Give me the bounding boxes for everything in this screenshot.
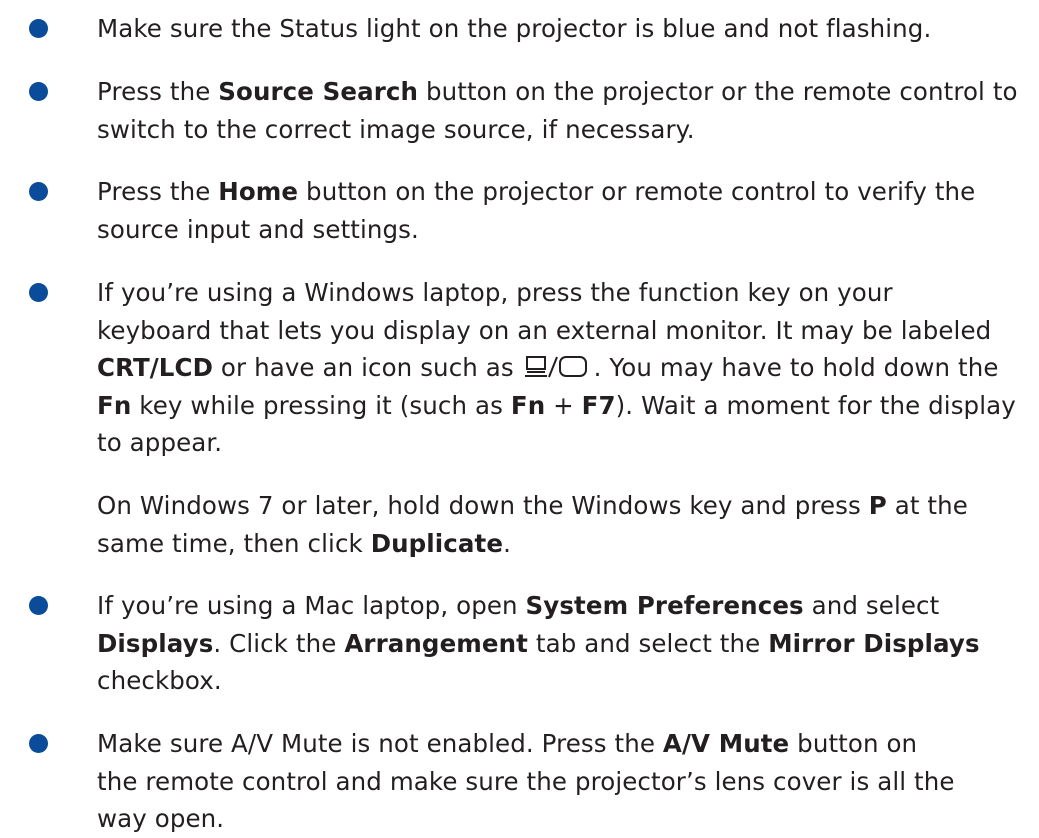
text-run: button on the projector or remote contro…	[298, 177, 976, 206]
item-text: Make sure A/V Mute is not enabled. Press…	[97, 725, 1032, 838]
bullet-icon	[29, 734, 48, 753]
text-line: CRT/LCD or have an icon such as . You ma…	[97, 349, 1032, 387]
text-line: switch to the correct image source, if n…	[97, 111, 1032, 149]
item-text: Press the Source Search button on the pr…	[97, 73, 1032, 148]
text-run: ). Wait a moment for the display	[615, 390, 1016, 420]
text-run: way open.	[97, 804, 225, 834]
bullet-icon	[29, 596, 48, 615]
text-line: Press the Source Search button on the pr…	[97, 73, 1032, 111]
text-run: or have an icon such as	[213, 353, 522, 383]
laptop-monitor-icon	[524, 356, 587, 378]
text-run: checkbox.	[97, 666, 222, 696]
bold-term: Mirror Displays	[768, 628, 980, 658]
item-text: If you’re using a Windows laptop, press …	[97, 274, 1032, 462]
text-run: .	[503, 528, 511, 558]
bold-term: CRT/LCD	[97, 353, 214, 383]
text-run: Press the	[97, 177, 219, 206]
text-line: the remote control and make sure the pro…	[97, 763, 1032, 801]
bold-term: Arrangement	[344, 628, 528, 658]
bold-term: Home	[218, 177, 299, 206]
text-line: On Windows 7 or later, hold down the Win…	[97, 487, 1032, 525]
item-text: On Windows 7 or later, hold down the Win…	[97, 487, 1032, 562]
text-run: button on	[789, 729, 918, 758]
bullet-icon	[29, 283, 48, 302]
text-run: . Click the	[213, 628, 345, 658]
text-run: keyboard that lets you display on an ext…	[97, 315, 992, 345]
text-line: checkbox.	[97, 662, 1032, 700]
bold-term: Duplicate	[370, 528, 504, 558]
bold-term: F7	[581, 390, 616, 420]
text-line: keyboard that lets you display on an ext…	[97, 312, 1032, 350]
bold-term: System Preferences	[525, 591, 804, 620]
item-text: If you’re using a Mac laptop, open Syste…	[97, 587, 1032, 700]
text-line: Press the Home button on the projector o…	[97, 173, 1032, 211]
text-run: If you’re using a Windows laptop, press …	[97, 278, 893, 307]
text-run: the remote control and make sure the pro…	[97, 766, 955, 796]
text-run: On Windows 7 or later, hold down the Win…	[97, 491, 869, 520]
text-run: . You may have to hold down the	[593, 353, 999, 383]
text-line: Fn key while pressing it (such as Fn + F…	[97, 387, 1032, 425]
bullet-icon	[29, 82, 48, 101]
text-run: same time, then click	[97, 528, 371, 558]
text-run: to appear.	[97, 428, 223, 458]
text-run: +	[545, 390, 582, 420]
text-run: Make sure the Status light on the projec…	[97, 14, 932, 43]
text-run: key while pressing it (such as	[131, 390, 511, 420]
text-run: at the	[886, 491, 968, 520]
bold-term: Fn	[97, 390, 132, 420]
text-line: to appear.	[97, 424, 1032, 462]
bold-term: Displays	[97, 628, 214, 658]
text-run: Make sure A/V Mute is not enabled. Press…	[97, 729, 663, 758]
text-run: button on the projector or the remote co…	[418, 77, 1018, 106]
bullet-icon	[29, 19, 48, 38]
text-line: same time, then click Duplicate.	[97, 525, 1032, 563]
text-run: switch to the correct image source, if n…	[97, 114, 695, 144]
text-line: Displays. Click the Arrangement tab and …	[97, 625, 1032, 663]
text-run: tab and select the	[527, 628, 769, 658]
item-text: Make sure the Status light on the projec…	[97, 10, 1032, 48]
bold-term: Fn	[510, 390, 546, 420]
text-run: If you’re using a Mac laptop, open	[97, 591, 526, 620]
bold-term: P	[868, 491, 887, 520]
text-line: Make sure A/V Mute is not enabled. Press…	[97, 725, 1032, 763]
text-run: source input and settings.	[97, 214, 419, 244]
text-line: If you’re using a Windows laptop, press …	[97, 274, 1032, 312]
text-line: source input and settings.	[97, 211, 1032, 249]
text-run: Press the	[97, 77, 219, 106]
bold-term: A/V Mute	[662, 729, 790, 758]
text-run: and select	[803, 591, 940, 620]
text-line: If you’re using a Mac laptop, open Syste…	[97, 587, 1032, 625]
text-line: Make sure the Status light on the projec…	[97, 10, 1032, 48]
bold-term: Source Search	[218, 77, 419, 106]
text-line: way open.	[97, 800, 1032, 838]
item-text: Press the Home button on the projector o…	[97, 173, 1032, 248]
bullet-icon	[29, 182, 48, 201]
troubleshooting-list: Make sure the Status light on the projec…	[0, 0, 1039, 835]
